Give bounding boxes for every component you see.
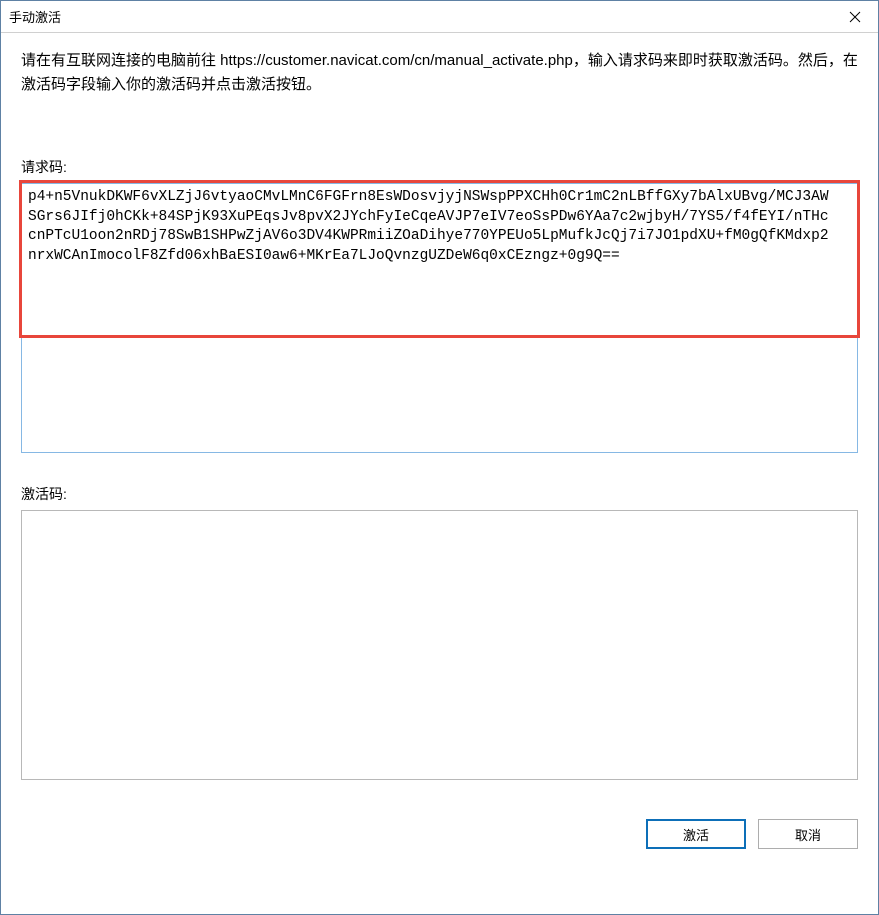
activation-code-textarea[interactable] [21, 510, 858, 780]
request-code-wrapper [21, 183, 858, 456]
dialog-content: 请在有互联网连接的电脑前往 https://customer.navicat.c… [1, 33, 878, 914]
window-title: 手动激活 [9, 7, 61, 26]
button-row: 激活 取消 [21, 819, 858, 849]
instructions-text: 请在有互联网连接的电脑前往 https://customer.navicat.c… [21, 49, 858, 97]
request-code-textarea[interactable] [21, 183, 858, 453]
activation-code-label: 激活码: [21, 484, 858, 504]
close-button[interactable] [832, 1, 878, 32]
activate-button[interactable]: 激活 [646, 819, 746, 849]
activation-code-wrapper [21, 510, 858, 783]
close-icon [849, 11, 861, 23]
request-code-label: 请求码: [21, 157, 858, 177]
dialog-window: 手动激活 请在有互联网连接的电脑前往 https://customer.navi… [0, 0, 879, 915]
titlebar: 手动激活 [1, 1, 878, 33]
cancel-button[interactable]: 取消 [758, 819, 858, 849]
